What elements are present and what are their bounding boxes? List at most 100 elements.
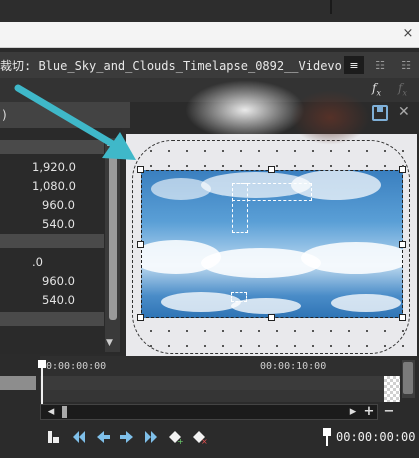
guide-dot xyxy=(186,150,188,152)
guide-dot xyxy=(384,150,386,152)
svg-text:+: + xyxy=(177,437,183,445)
top-strip xyxy=(0,0,419,22)
timeline-vscroll-thumb[interactable] xyxy=(403,362,413,394)
timeline-track[interactable] xyxy=(40,376,385,390)
first-keyframe-icon[interactable] xyxy=(70,428,88,446)
text-bar[interactable]: × xyxy=(0,22,419,48)
guide-dot xyxy=(186,345,188,347)
guide-dot xyxy=(222,150,224,152)
guide-dot xyxy=(348,330,350,332)
zoom-in-icon[interactable]: + xyxy=(362,404,376,420)
guide-dot xyxy=(150,150,152,152)
last-keyframe-icon[interactable] xyxy=(142,428,160,446)
title-bar: 裁切: Blue_Sky_and_Clouds_Timelapse_0892__… xyxy=(0,52,419,78)
zoom-out-icon[interactable]: − xyxy=(382,404,396,420)
guide-dot xyxy=(258,345,260,347)
remove-effect-icon[interactable]: fx xyxy=(398,81,407,97)
prop-angle[interactable]: .0 xyxy=(32,255,43,269)
guide-dot xyxy=(276,165,278,167)
properties-header-label: ) xyxy=(2,108,7,122)
window-title: 裁切: Blue_Sky_and_Clouds_Timelapse_0892__… xyxy=(0,59,342,73)
guide-dot xyxy=(402,150,404,152)
add-keyframe-icon[interactable]: + xyxy=(166,428,184,446)
guide-dot xyxy=(258,150,260,152)
close-icon[interactable]: × xyxy=(401,26,415,42)
strip-divider xyxy=(330,0,332,14)
section-header-other[interactable] xyxy=(0,312,104,326)
transparency-end xyxy=(384,376,400,402)
guide-dot xyxy=(384,330,386,332)
overlay-blur-dark xyxy=(290,90,370,145)
guide-dot xyxy=(240,345,242,347)
guide-dot xyxy=(366,345,368,347)
prop-rot-y[interactable]: 540.0 xyxy=(42,293,75,307)
guide-dot xyxy=(204,165,206,167)
prop-center-x[interactable]: 960.0 xyxy=(42,198,75,212)
guide-dot xyxy=(150,165,152,167)
guide-dot xyxy=(384,165,386,167)
section-header-rotation[interactable] xyxy=(0,234,104,248)
guide-dot xyxy=(294,150,296,152)
detail-view-icon[interactable]: ☷ xyxy=(370,56,390,74)
guide-dot xyxy=(204,330,206,332)
track-header[interactable] xyxy=(0,376,36,390)
guide-dot xyxy=(330,330,332,332)
properties-scroll-thumb[interactable] xyxy=(109,150,117,320)
grid-view-icon[interactable]: ☷ xyxy=(396,56,416,74)
guide-dot xyxy=(276,150,278,152)
guide-dot xyxy=(222,165,224,167)
prop-center-y[interactable]: 540.0 xyxy=(42,217,75,231)
delete-icon[interactable]: ✕ xyxy=(398,104,410,120)
prop-height[interactable]: 1,080.0 xyxy=(32,179,76,193)
guide-dot xyxy=(330,165,332,167)
guide-dot xyxy=(186,165,188,167)
guide-dot xyxy=(312,345,314,347)
guide-dot xyxy=(348,165,350,167)
guide-dot xyxy=(330,150,332,152)
next-keyframe-icon[interactable] xyxy=(118,428,136,446)
guide-dot xyxy=(222,345,224,347)
list-view-icon[interactable]: ≡ xyxy=(344,56,364,74)
guide-dot xyxy=(240,165,242,167)
guide-dot xyxy=(222,330,224,332)
crop-handle-b[interactable] xyxy=(268,314,275,321)
prev-keyframe-icon[interactable] xyxy=(94,428,112,446)
current-time: 00:00:00:00 xyxy=(336,430,416,444)
guide-dot xyxy=(348,150,350,152)
guide-dot xyxy=(402,165,404,167)
guide-dot xyxy=(168,345,170,347)
guide-dot xyxy=(204,345,206,347)
guide-dot xyxy=(312,330,314,332)
guide-dot xyxy=(294,165,296,167)
crop-handle-r[interactable] xyxy=(399,241,406,248)
scroll-right-icon[interactable]: ▸ xyxy=(346,404,360,420)
save-icon[interactable] xyxy=(372,105,388,121)
crop-handle-bl[interactable] xyxy=(137,314,144,321)
guide-dot xyxy=(258,165,260,167)
crop-handle-br[interactable] xyxy=(399,314,406,321)
guide-dot xyxy=(312,150,314,152)
scroll-left-icon[interactable]: ◂ xyxy=(44,404,58,420)
scroll-down-icon[interactable]: ▼ xyxy=(106,338,113,348)
playhead-handle[interactable] xyxy=(38,360,46,368)
time-marker-icon[interactable] xyxy=(318,428,336,446)
timeline-zoom-bar[interactable] xyxy=(40,404,378,420)
crop-handle-tr[interactable] xyxy=(399,166,406,173)
guide-dot xyxy=(168,165,170,167)
add-effect-icon[interactable]: fx xyxy=(372,81,381,97)
guide-dot xyxy=(240,150,242,152)
guide-dot xyxy=(312,165,314,167)
lock-keyframe-icon[interactable] xyxy=(44,428,62,446)
prop-rot-x[interactable]: 960.0 xyxy=(42,274,75,288)
guide-dot xyxy=(168,330,170,332)
crop-handle-l[interactable] xyxy=(137,241,144,248)
guide-dot xyxy=(168,150,170,152)
delete-keyframe-icon[interactable]: × xyxy=(190,428,208,446)
zoom-thumb[interactable] xyxy=(62,406,67,418)
guide-dot xyxy=(186,330,188,332)
timeline-track-2[interactable] xyxy=(40,390,385,402)
timecode-mark: 00:00:10:00 xyxy=(260,361,327,372)
guide-dot xyxy=(294,330,296,332)
guide-dot xyxy=(258,330,260,332)
crop-handle-t[interactable] xyxy=(268,166,275,173)
